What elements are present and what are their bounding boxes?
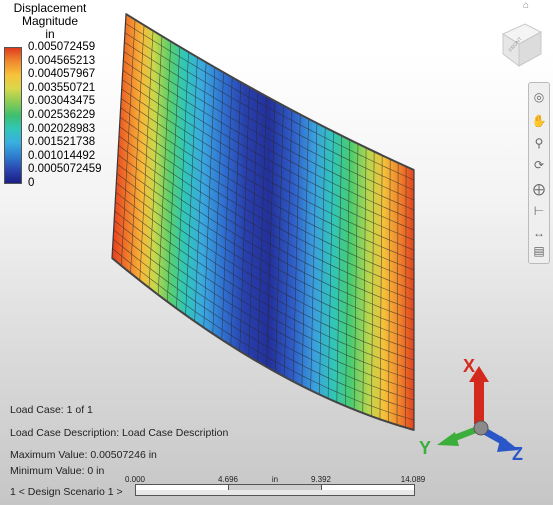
- z-axis-label: Z: [512, 444, 523, 462]
- load-case-description-text: Load Case Description: Load Case Descrip…: [10, 427, 229, 439]
- load-case-text: Load Case: 1 of 1: [10, 404, 93, 416]
- x-axis-label: X: [463, 356, 475, 376]
- rewind-icon[interactable]: ▤: [531, 243, 547, 259]
- axis-triad: X Y Z: [419, 356, 523, 462]
- triad-origin: [473, 420, 489, 436]
- maximum-value-text: Maximum Value: 0.00507246 in: [10, 449, 157, 461]
- steering-wheel-icon[interactable]: ◎: [531, 89, 547, 105]
- scale-bar-box: [135, 484, 415, 496]
- navigation-bar: ◎ ✋ ⚲ ⟳ ⨁ ⊢ ↔ ▤: [528, 82, 550, 264]
- scale-tick-label: 4.696: [217, 475, 239, 484]
- scale-unit-label: in: [271, 475, 279, 484]
- y-axis-label: Y: [419, 438, 431, 458]
- look-icon[interactable]: ⊢: [531, 203, 547, 219]
- scale-tick-label: 14.089: [400, 475, 426, 484]
- minimum-value-text: Minimum Value: 0 in: [10, 465, 105, 477]
- pan-icon[interactable]: ✋: [531, 113, 547, 129]
- scale-tick-label: 0.000: [124, 475, 146, 484]
- viewcube[interactable]: FRONT: [497, 18, 545, 70]
- displacement-mesh: [111, 12, 415, 431]
- walk-icon[interactable]: ↔: [531, 225, 547, 241]
- y-axis-arrow: [437, 426, 479, 446]
- orbit-icon[interactable]: ⟳: [531, 157, 547, 173]
- home-icon[interactable]: ⌂: [523, 1, 535, 11]
- center-icon[interactable]: ⨁: [531, 181, 547, 197]
- zoom-icon[interactable]: ⚲: [531, 135, 547, 151]
- design-scenario-selector[interactable]: 1 < Design Scenario 1 >: [10, 486, 123, 498]
- scale-bar: 0.000 4.696 in 9.392 14.089: [125, 475, 425, 499]
- scale-tick-label: 9.392: [310, 475, 332, 484]
